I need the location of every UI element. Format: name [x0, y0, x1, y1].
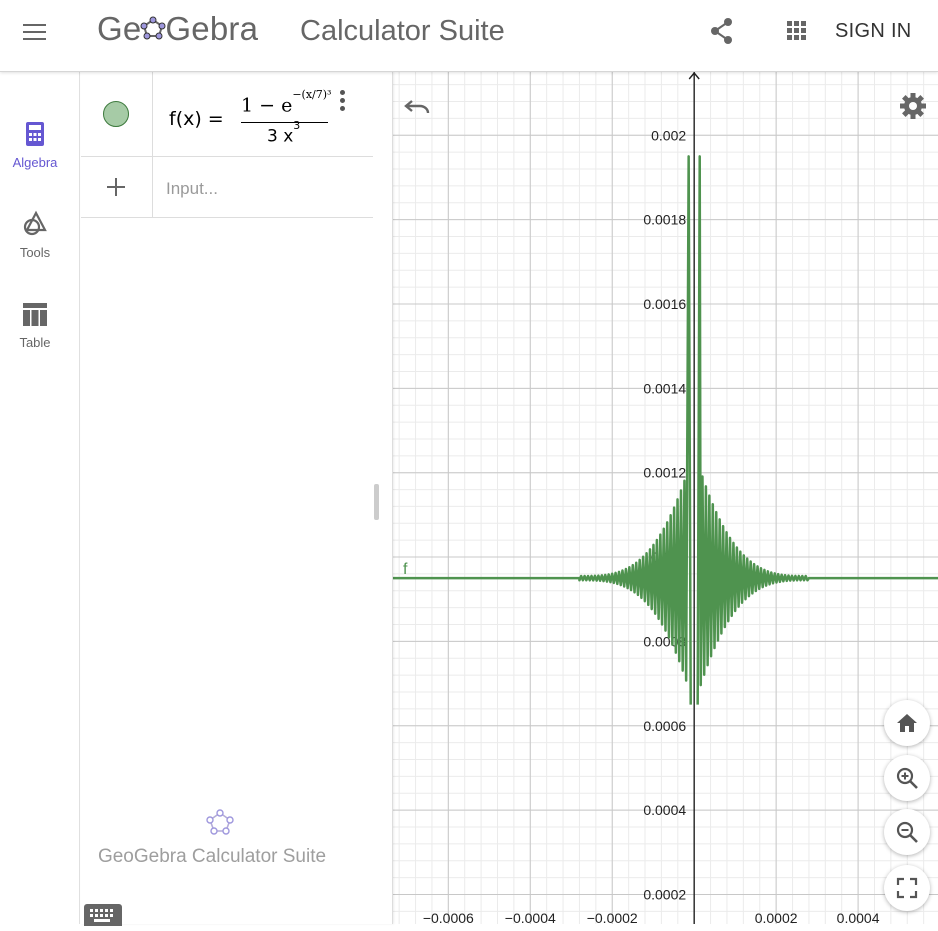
- y-tick-label: 0.002: [651, 127, 686, 143]
- share-icon[interactable]: [707, 16, 737, 46]
- function-curve-left: [393, 155, 692, 705]
- formula-numerator: 1 − e−(x/7)³: [241, 88, 331, 117]
- zoom-out-icon: [896, 821, 918, 843]
- y-tick-label: 0.0016: [643, 296, 686, 312]
- calculator-icon: [26, 122, 44, 146]
- y-tick-label: 0.0014: [643, 380, 686, 396]
- y-tick-label: 0.0018: [643, 212, 686, 228]
- zoom-out-button[interactable]: [884, 809, 930, 855]
- geogebra-logo: Ge Gebra: [97, 10, 258, 48]
- home-icon: [897, 714, 917, 732]
- undo-icon[interactable]: [403, 94, 433, 120]
- y-tick-label: 0.0006: [643, 718, 686, 734]
- app-title: Calculator Suite: [300, 15, 505, 47]
- algebra-input-row: [81, 157, 373, 218]
- home-button[interactable]: [884, 700, 930, 746]
- rail-label-algebra: Algebra: [12, 155, 58, 170]
- major-grid: [393, 72, 938, 924]
- formula-denominator: 3 x3: [267, 119, 300, 147]
- rail-item-algebra[interactable]: Algebra: [0, 120, 80, 190]
- function-label: f: [403, 561, 408, 578]
- rail-item-tools[interactable]: Tools: [0, 210, 80, 280]
- fullscreen-button[interactable]: [884, 865, 930, 911]
- logo-text-gebra: Gebra: [165, 10, 259, 47]
- minor-grid: [393, 72, 938, 924]
- plus-cell: [81, 157, 153, 218]
- graph-canvas[interactable]: 0.00020.00040.00060.00080.0010.00120.001…: [393, 72, 938, 924]
- algebra-input[interactable]: [166, 177, 356, 201]
- x-tick-label: −0.0006: [423, 910, 474, 924]
- geogebra-pentagon-icon: [140, 16, 166, 40]
- keyboard-icon[interactable]: [84, 904, 122, 926]
- numerator-exponent: −(x/7)³: [292, 88, 332, 101]
- algebra-panel: f(x) = 1 − e−(x/7)³ 3 x3 GeoGebra Calcul…: [81, 72, 393, 926]
- table-icon: [23, 303, 47, 326]
- more-options-icon[interactable]: [339, 90, 347, 112]
- function-lhs: f(x) =: [169, 108, 224, 130]
- sign-in-button[interactable]: SIGN IN: [835, 20, 912, 43]
- function-curve-layer: f: [393, 155, 938, 705]
- denominator-exponent: 3: [293, 119, 301, 132]
- numerator-base: 1 − e: [241, 94, 293, 117]
- app-header: Ge Gebra Calculator Suite SIGN IN: [0, 0, 938, 72]
- rail-label-table: Table: [19, 335, 51, 350]
- tick-labels: 0.00020.00040.00060.00080.0010.00120.001…: [423, 127, 880, 924]
- zoom-in-icon: [896, 767, 918, 789]
- x-tick-label: 0.0002: [755, 910, 798, 924]
- left-navigation-rail: Algebra Tools Table: [0, 72, 80, 924]
- graphics-view[interactable]: 0.0002 0.0004 0.0006 0.0008 0.001 0.0012 0.001…: [393, 72, 938, 924]
- y-tick-label: 0.0002: [643, 886, 686, 902]
- x-tick-label: −0.0004: [505, 910, 556, 924]
- y-tick-label: 0.0004: [643, 802, 686, 818]
- geogebra-pentagon-icon: [206, 809, 234, 835]
- fraction-bar: [241, 122, 328, 123]
- logo-text-ge: Ge: [97, 10, 142, 47]
- panel-footer-text: GeoGebra Calculator Suite: [97, 846, 327, 867]
- x-tick-label: −0.0002: [587, 910, 638, 924]
- y-tick-label: 0.0012: [643, 465, 686, 481]
- denominator-base: 3 x: [267, 126, 294, 147]
- rail-label-tools: Tools: [19, 245, 51, 260]
- menu-button[interactable]: [20, 20, 50, 44]
- rail-item-table[interactable]: Table: [0, 300, 80, 370]
- settings-gear-icon[interactable]: [899, 92, 927, 120]
- x-tick-label: 0.0004: [837, 910, 880, 924]
- algebra-entry-row[interactable]: f(x) = 1 − e−(x/7)³ 3 x3: [81, 72, 373, 157]
- apps-grid-icon[interactable]: [784, 18, 810, 44]
- marble-cell: [81, 72, 153, 157]
- function-definition[interactable]: f(x) = 1 − e−(x/7)³ 3 x3: [169, 88, 339, 147]
- shapes-icon: [23, 210, 47, 236]
- fullscreen-icon: [896, 877, 918, 899]
- add-item-icon[interactable]: [105, 176, 127, 198]
- function-curve-right: [696, 155, 938, 705]
- zoom-in-button[interactable]: [884, 755, 930, 801]
- visibility-toggle-marble[interactable]: [103, 101, 129, 127]
- panel-resize-handle[interactable]: [374, 484, 379, 520]
